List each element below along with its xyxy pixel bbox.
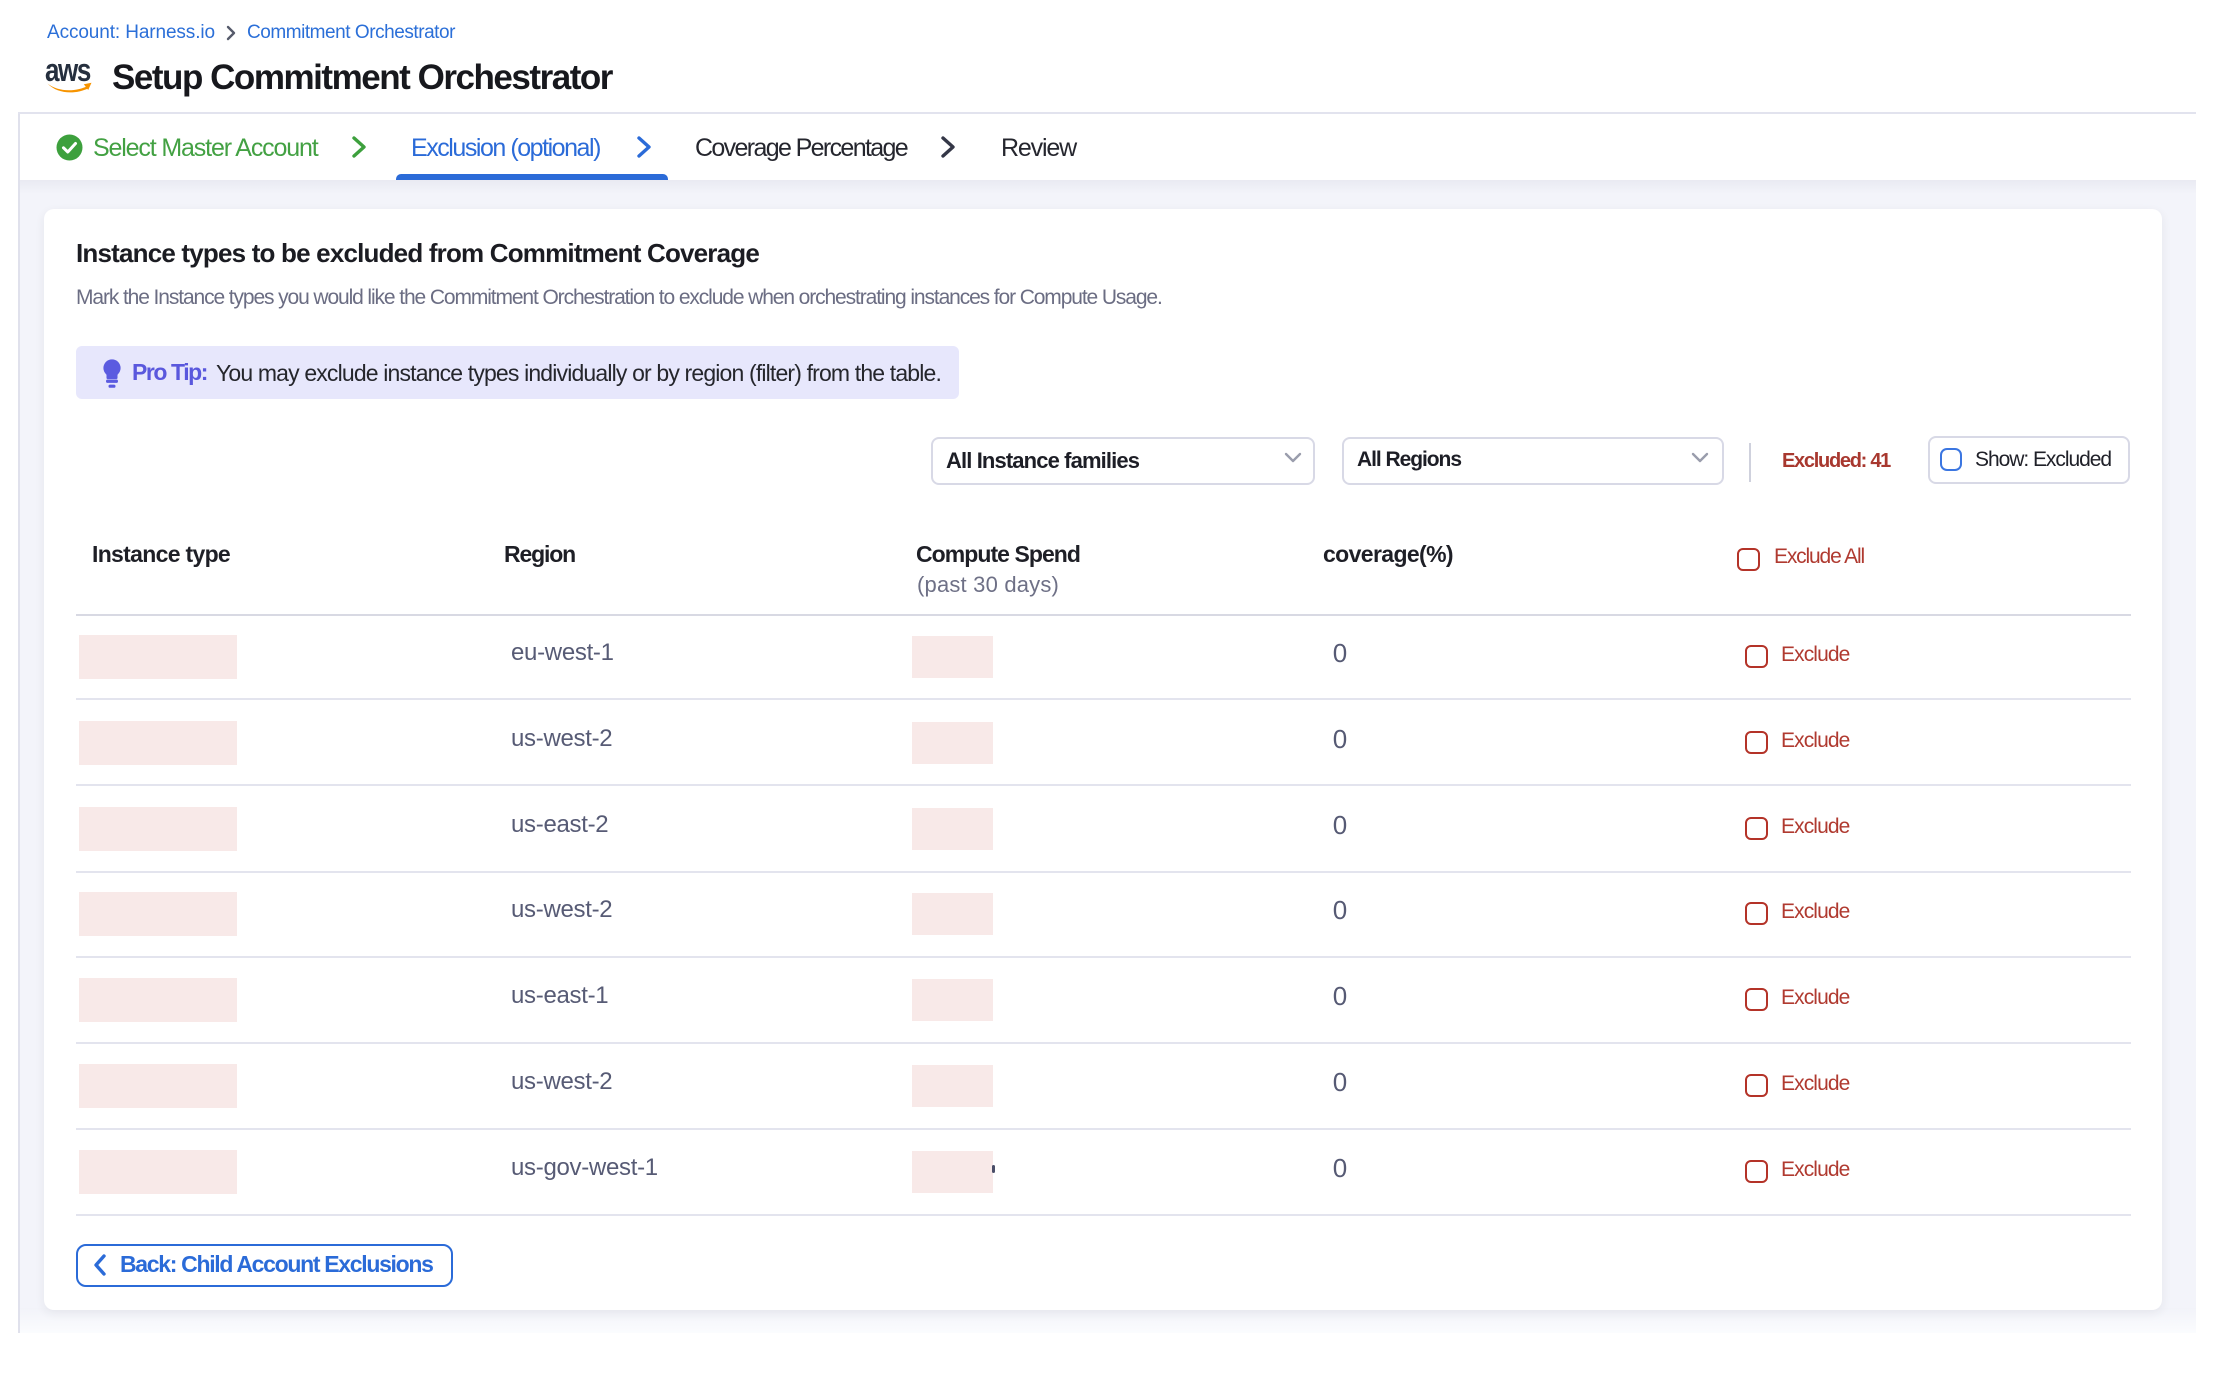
svg-text:aws: aws — [45, 57, 91, 89]
